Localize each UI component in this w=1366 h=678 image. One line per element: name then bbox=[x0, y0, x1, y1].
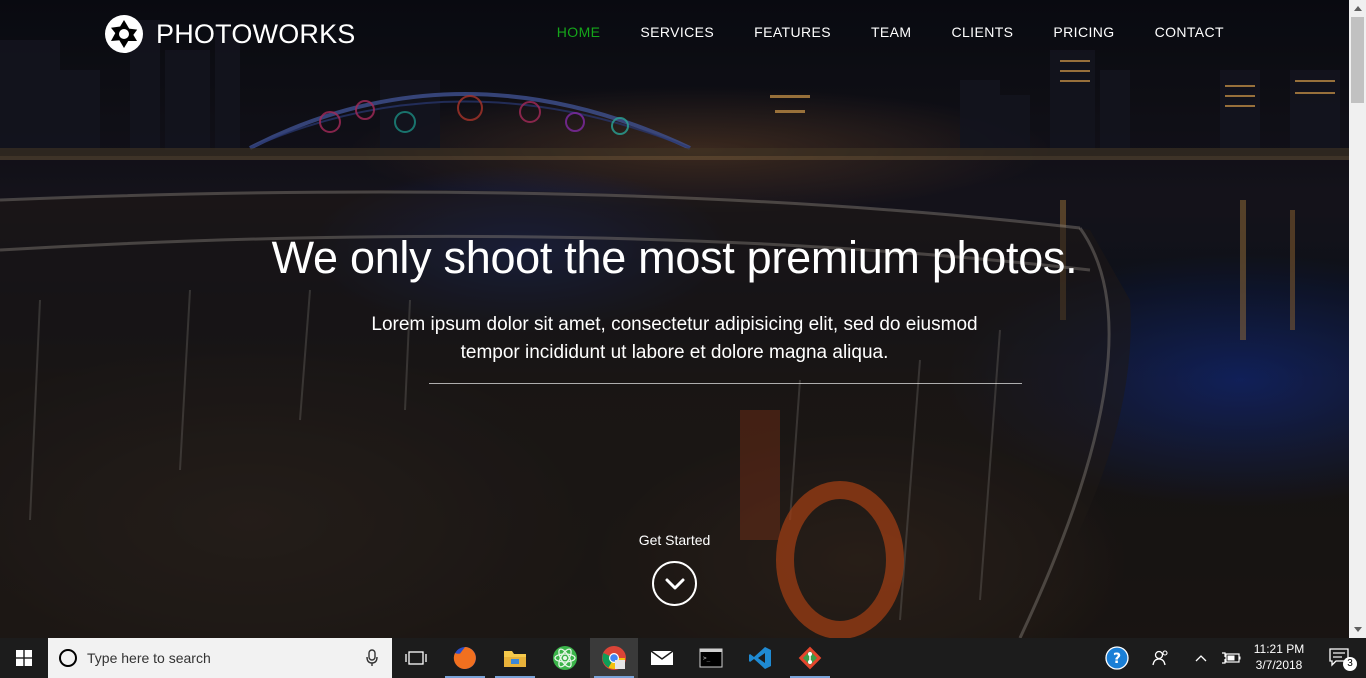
atom-taskbar-button[interactable] bbox=[541, 638, 589, 678]
chrome-taskbar-button[interactable] bbox=[590, 638, 638, 678]
nav-home[interactable]: HOME bbox=[557, 24, 601, 40]
help-tray-button[interactable]: ? bbox=[1095, 638, 1139, 678]
nav-pricing[interactable]: PRICING bbox=[1053, 24, 1114, 40]
hero-divider bbox=[429, 383, 1022, 384]
nav-features[interactable]: FEATURES bbox=[754, 24, 831, 40]
terminal-icon: >_ bbox=[699, 648, 723, 668]
hero-subtitle-line-1: Lorem ipsum dolor sit amet, consectetur … bbox=[371, 314, 978, 335]
task-view-button[interactable] bbox=[392, 638, 440, 678]
vscode-taskbar-button[interactable] bbox=[736, 638, 784, 678]
hero-title: We only shoot the most premium photos. bbox=[271, 232, 1078, 283]
navbar: PHOTOWORKS HOME SERVICES FEATURES TEAM C… bbox=[0, 0, 1349, 68]
clock-date: 3/7/2018 bbox=[1255, 658, 1303, 672]
mail-taskbar-button[interactable] bbox=[638, 638, 686, 678]
terminal-taskbar-button[interactable]: >_ bbox=[687, 638, 735, 678]
hero-section: PHOTOWORKS HOME SERVICES FEATURES TEAM C… bbox=[0, 0, 1349, 638]
windows-logo-icon bbox=[16, 650, 32, 666]
atom-icon bbox=[553, 646, 577, 670]
nav-team[interactable]: TEAM bbox=[871, 24, 912, 40]
clock[interactable]: 11:21 PM 3/7/2018 bbox=[1248, 641, 1310, 673]
svg-text:>_: >_ bbox=[703, 655, 711, 662]
caret-up-icon bbox=[1353, 6, 1362, 11]
firefox-icon bbox=[453, 647, 476, 669]
vscode-icon bbox=[749, 647, 771, 669]
action-center-button[interactable]: 3 bbox=[1318, 638, 1362, 678]
page-scrollbar[interactable] bbox=[1349, 0, 1366, 638]
brand-name: PHOTOWORKS bbox=[156, 18, 356, 49]
notification-badge: 3 bbox=[1343, 657, 1357, 671]
hero-subtitle: Lorem ipsum dolor sit amet, consectetur … bbox=[0, 311, 1349, 367]
sourcetree-taskbar-button[interactable] bbox=[786, 638, 834, 678]
battery-plug-icon bbox=[1222, 652, 1241, 664]
scroll-up-button[interactable] bbox=[1349, 0, 1366, 17]
camera-shutter-icon bbox=[105, 15, 143, 53]
start-button[interactable] bbox=[0, 638, 48, 678]
mail-icon bbox=[650, 650, 674, 665]
get-started-button[interactable] bbox=[652, 561, 697, 606]
chevron-up-icon bbox=[1195, 655, 1207, 662]
battery-tray-button[interactable] bbox=[1216, 638, 1246, 678]
scroll-thumb[interactable] bbox=[1351, 17, 1364, 103]
nav-clients[interactable]: CLIENTS bbox=[951, 24, 1013, 40]
people-icon bbox=[1152, 650, 1168, 666]
microphone-icon[interactable] bbox=[366, 649, 378, 667]
svg-text:?: ? bbox=[1113, 651, 1121, 667]
file-explorer-taskbar-button[interactable] bbox=[491, 638, 539, 678]
task-view-icon bbox=[405, 651, 427, 665]
help-icon: ? bbox=[1105, 646, 1129, 670]
show-hidden-icons-button[interactable] bbox=[1186, 638, 1216, 678]
taskbar: Type here to search >_ ? 11:21 PM 3/7/20… bbox=[0, 638, 1366, 678]
clock-time: 11:21 PM bbox=[1253, 642, 1305, 656]
sourcetree-icon bbox=[798, 646, 822, 670]
caret-down-icon bbox=[1353, 627, 1362, 632]
search-placeholder: Type here to search bbox=[87, 650, 211, 666]
taskbar-search[interactable]: Type here to search bbox=[48, 638, 392, 678]
nav-contact[interactable]: CONTACT bbox=[1155, 24, 1224, 40]
cortana-icon bbox=[59, 649, 77, 667]
file-explorer-icon bbox=[504, 651, 526, 667]
main-nav: HOME SERVICES FEATURES TEAM CLIENTS PRIC… bbox=[517, 24, 1224, 40]
chevron-down-icon bbox=[665, 578, 684, 589]
people-tray-button[interactable] bbox=[1139, 638, 1181, 678]
nav-services[interactable]: SERVICES bbox=[640, 24, 714, 40]
scroll-down-button[interactable] bbox=[1349, 621, 1366, 638]
hero-subtitle-line-2: tempor incididunt ut labore et dolore ma… bbox=[460, 342, 889, 363]
get-started-link[interactable]: Get Started bbox=[0, 532, 1349, 548]
firefox-taskbar-button[interactable] bbox=[441, 638, 489, 678]
chrome-icon bbox=[602, 646, 626, 670]
logo[interactable]: PHOTOWORKS bbox=[104, 14, 356, 54]
